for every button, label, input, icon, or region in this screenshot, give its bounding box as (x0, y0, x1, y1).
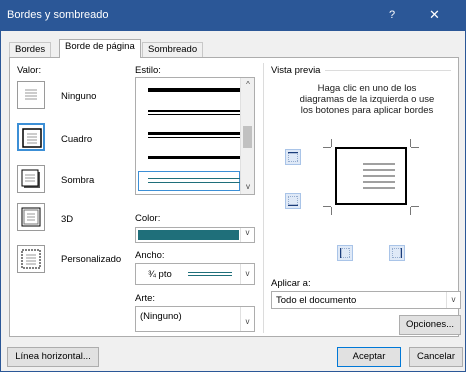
preview-text-line (363, 187, 395, 189)
setting-shadow-option[interactable] (17, 165, 45, 193)
window-title: Bordes y sombreado (7, 9, 109, 21)
setting-3d-option[interactable] (17, 203, 45, 231)
setting-3d-label: 3D (61, 214, 74, 225)
border-custom-icon (21, 249, 41, 269)
art-value: (Ninguno) (140, 311, 182, 322)
options-button[interactable]: Opciones... (399, 315, 461, 335)
color-combo[interactable]: v (135, 227, 255, 243)
color-label: Color: (135, 213, 161, 224)
borders-shading-dialog: Bordes y sombreado ? ✕ Bordes Borde de p… (0, 0, 466, 372)
width-label: Ancho: (135, 250, 165, 261)
tab-borders[interactable]: Bordes (9, 42, 52, 57)
style-option-thick-thin-second (148, 114, 242, 115)
style-option-double-selected-top (148, 178, 242, 179)
style-label: Estilo: (135, 65, 161, 76)
style-option-double-thin (148, 137, 242, 138)
border-box-icon (22, 128, 42, 148)
style-option-selected[interactable] (138, 171, 240, 191)
style-option-double-thick[interactable] (148, 132, 242, 135)
border-top-icon (288, 152, 298, 162)
preview-text-line (363, 163, 395, 165)
apply-to-value: Todo el documento (276, 295, 357, 306)
border-shadow-icon (21, 169, 40, 188)
bottom-border-button[interactable] (285, 193, 301, 209)
corner-mark (331, 207, 332, 215)
setting-none-label: Ninguno (61, 91, 97, 102)
preview-text-line (363, 175, 395, 177)
preview-text-line (363, 169, 395, 171)
setting-none-option[interactable] (17, 81, 45, 109)
corner-mark (411, 206, 419, 207)
preview-groupline (325, 70, 451, 71)
border-bottom-icon (288, 196, 298, 206)
style-option-thick[interactable] (148, 88, 242, 92)
color-dropdown-icon[interactable]: v (240, 228, 254, 242)
scroll-thumb[interactable] (243, 126, 252, 148)
style-option-thick-thin[interactable] (148, 110, 242, 112)
tab-page-border[interactable]: Borde de página (59, 39, 141, 58)
right-border-button[interactable] (389, 245, 405, 261)
color-swatch (138, 230, 239, 240)
art-dropdown-icon[interactable]: v (240, 307, 254, 331)
setting-box-option[interactable] (17, 123, 45, 151)
border-none-icon (21, 85, 41, 105)
preview-text-line (363, 181, 395, 183)
setting-box-label: Cuadro (61, 134, 93, 145)
corner-mark (410, 139, 411, 147)
style-option-triple[interactable] (148, 156, 242, 159)
preview-page[interactable] (335, 147, 407, 205)
art-label: Arte: (135, 293, 156, 304)
left-border-button[interactable] (337, 245, 353, 261)
preview-hint: Haga clic en uno de los diagramas de la … (299, 83, 435, 116)
tab-shading[interactable]: Sombreado (142, 42, 204, 57)
column-separator (263, 63, 264, 333)
corner-mark (410, 207, 411, 215)
style-scrollbar[interactable]: ^ v (240, 78, 254, 194)
border-left-icon (340, 248, 350, 258)
art-combo[interactable]: (Ninguno) v (135, 306, 255, 332)
close-icon[interactable]: ✕ (429, 7, 440, 23)
style-listbox[interactable]: ^ v (135, 77, 255, 195)
preview-label: Vista previa (271, 65, 321, 76)
corner-mark (323, 206, 331, 207)
scroll-up-icon[interactable]: ^ (241, 78, 255, 92)
width-combo[interactable]: ¾ pto v (135, 263, 255, 285)
top-border-button[interactable] (285, 149, 301, 165)
setting-shadow-label: Sombra (61, 175, 95, 186)
setting-custom-label: Personalizado (61, 254, 122, 265)
horizontal-line-button[interactable]: Línea horizontal... (7, 347, 99, 367)
style-option-double-selected-bottom (148, 182, 242, 183)
width-dropdown-icon[interactable]: v (240, 264, 254, 284)
ok-button[interactable]: Aceptar (337, 347, 401, 367)
setting-label: Valor: (17, 65, 42, 76)
border-3d-icon (21, 207, 41, 227)
apply-to-dropdown-icon[interactable]: v (446, 292, 460, 308)
help-button[interactable]: ? (389, 9, 395, 21)
apply-to-combo[interactable]: Todo el documento v (271, 291, 461, 309)
cancel-button[interactable]: Cancelar (409, 347, 463, 367)
scroll-down-icon[interactable]: v (241, 180, 255, 194)
title-bar: Bordes y sombreado ? ✕ (1, 1, 465, 31)
width-line-top (188, 272, 232, 273)
apply-to-label: Aplicar a: (271, 278, 311, 289)
width-value: ¾ pto (148, 269, 172, 280)
border-right-icon (392, 248, 402, 258)
corner-mark (331, 139, 332, 147)
setting-custom-option[interactable] (17, 245, 45, 273)
corner-mark (411, 147, 419, 148)
width-line-bottom (188, 275, 232, 276)
corner-mark (323, 147, 331, 148)
